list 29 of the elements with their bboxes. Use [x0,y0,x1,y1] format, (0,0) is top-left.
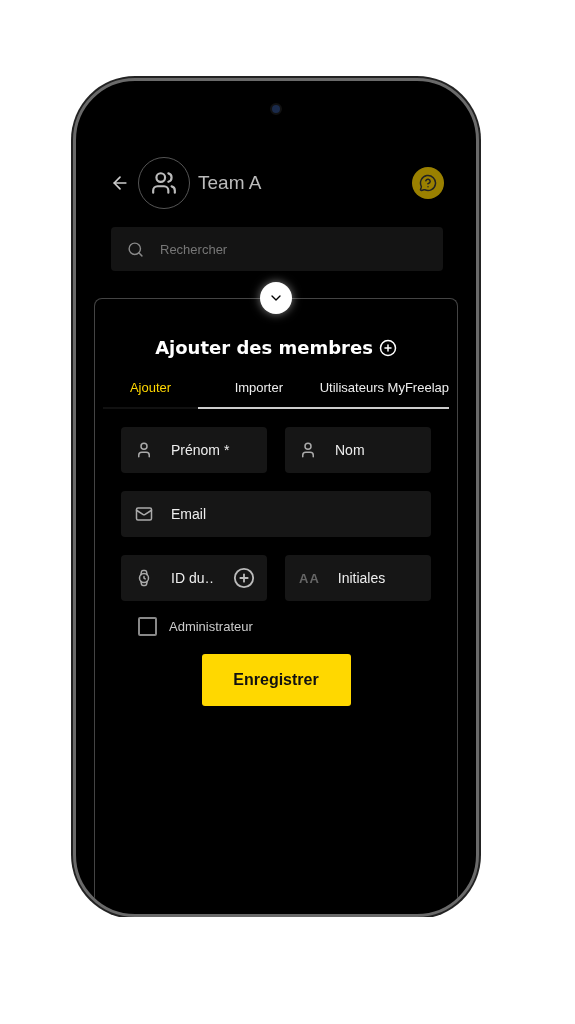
mail-icon [135,505,153,523]
text-field[interactable]: Nom [285,427,431,473]
tab[interactable]: Ajouter [103,380,198,407]
input-field[interactable]: Prénom * [169,441,255,459]
text-field[interactable]: Prénom * [121,427,267,473]
tab[interactable]: Importer [198,380,320,407]
search-icon [127,240,144,258]
camera-icon [270,103,282,115]
initials-icon: AA [299,570,320,586]
search-field[interactable]: Rechercher [158,240,427,258]
input-field[interactable]: ID du… [169,569,217,587]
input-field[interactable]: Email [169,505,419,523]
tab[interactable]: Utilisateurs MyFreelap [319,380,449,407]
help-button[interactable] [412,167,444,199]
search-box[interactable]: Rechercher [111,227,443,271]
collapse-button[interactable] [260,282,292,314]
person-icon [135,441,153,459]
checkbox-label: Administrateur [169,619,253,634]
sheet-title: Ajouter des membres [155,337,373,358]
input-field[interactable]: Initiales [335,569,419,587]
checkbox[interactable] [138,617,157,636]
input-field[interactable]: Nom [333,441,419,459]
save-button[interactable]: Enregistrer [201,654,351,706]
person-icon [299,441,317,459]
help-icon [419,174,437,192]
add-icon[interactable] [233,567,255,589]
team-title: Team A [198,172,263,194]
text-field[interactable]: Email [121,491,431,537]
text-field[interactable]: ID du… [121,555,267,601]
